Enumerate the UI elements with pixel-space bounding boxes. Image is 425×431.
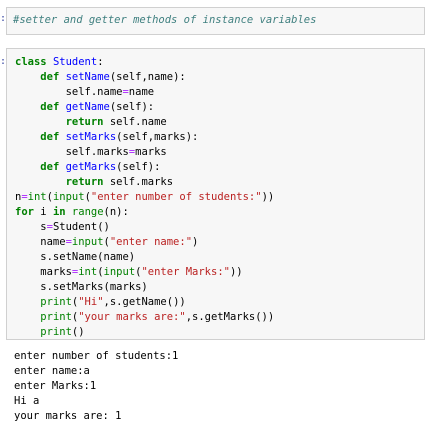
code-token: getName: [65, 101, 110, 113]
output-line: Hi a: [14, 395, 40, 407]
code-token: def: [40, 131, 60, 143]
code-line: return self.name: [15, 115, 416, 130]
code-token: self.marks: [15, 146, 129, 158]
code-token: ,s.getMarks()): [185, 311, 275, 323]
code-token: )): [261, 191, 275, 203]
code-token: (self,marks):: [116, 131, 199, 143]
output-line: enter Marks:1: [14, 380, 97, 392]
code-token: )): [229, 266, 243, 278]
code-token: Student: [52, 56, 98, 68]
code-line: for i in range(n):: [15, 205, 416, 220]
code-token: print: [40, 311, 72, 323]
cell-output-area: enter number of students:1 enter name:a en…: [14, 349, 425, 424]
code-token: name: [128, 86, 155, 98]
code-token: (self):: [109, 101, 155, 113]
code-line: def getMarks(self):: [15, 160, 416, 175]
code-token: input: [52, 191, 85, 203]
code-line: name=input("enter name:"): [15, 235, 416, 250]
code-token: (n):: [103, 206, 129, 218]
code-token: marks: [135, 146, 167, 158]
code-line: def setName(self,name):: [15, 70, 416, 85]
code-token: input: [103, 266, 136, 278]
code-token: :: [97, 56, 104, 68]
code-token: print: [40, 326, 72, 338]
code-token: s: [15, 221, 47, 233]
code-line: n=int(input("enter number of students:")…: [15, 190, 416, 205]
code-line: def setMarks(self,marks):: [15, 130, 416, 145]
code-token: input: [71, 236, 104, 248]
code-token: (self,name):: [109, 71, 186, 83]
code-token: in: [52, 206, 66, 218]
code-token: return: [65, 116, 104, 128]
code-cell-editor[interactable]: class Student: def setName(self,name): s…: [6, 48, 425, 340]
code-token: s.setMarks(marks): [15, 281, 148, 293]
code-line: s.setMarks(marks): [15, 280, 416, 295]
code-token: "enter Marks:": [141, 266, 230, 278]
code-line: return self.marks: [15, 175, 416, 190]
markdown-cell[interactable]: #setter and getter methods of instance v…: [6, 7, 425, 35]
code-token: i: [33, 206, 53, 218]
code-token: "enter number of students:": [90, 191, 262, 203]
code-token: range: [71, 206, 104, 218]
code-line: self.marks=marks: [15, 145, 416, 160]
markdown-comment-text: #setter and getter methods of instance v…: [13, 14, 317, 26]
code-token: (self):: [116, 161, 161, 173]
code-token: s.setName(name): [15, 251, 136, 263]
code-lines: class Student: def setName(self,name): s…: [15, 55, 416, 340]
code-token: "enter name:": [109, 236, 193, 248]
code-token: getMarks: [65, 161, 117, 173]
code-token: ,s.getName()): [103, 296, 186, 308]
code-token: int: [78, 266, 98, 278]
code-token: def: [40, 101, 60, 113]
code-token: marks: [15, 266, 72, 278]
code-token: setName: [65, 71, 110, 83]
markdown-cell-prompt-marker: :: [0, 11, 4, 26]
code-token: setMarks: [65, 131, 117, 143]
code-token: self.marks: [103, 176, 174, 188]
code-token: "Hi": [78, 296, 104, 308]
code-line: print("Hi",s.getName()): [15, 295, 416, 310]
code-token: self.name: [15, 86, 123, 98]
code-token: class: [15, 56, 47, 68]
code-token: print: [40, 296, 72, 308]
code-token: for: [15, 206, 34, 218]
code-token: name: [15, 236, 66, 248]
code-line: s.setName(name): [15, 250, 416, 265]
output-line: enter number of students:1: [14, 350, 179, 362]
output-lines: enter number of students:1 enter name:a en…: [14, 349, 425, 424]
code-line: def getName(self):: [15, 100, 416, 115]
code-line: marks=int(input("enter Marks:")): [15, 265, 416, 280]
code-token: def: [40, 161, 60, 173]
code-token: "your marks are:": [78, 311, 186, 323]
code-token: self.name: [103, 116, 167, 128]
code-cell-prompt-marker: :: [0, 54, 4, 69]
code-token: (): [71, 326, 85, 338]
code-line: print("your marks are:",s.getMarks()): [15, 310, 416, 325]
output-line: your marks are: 1: [14, 410, 122, 422]
code-token: Student(): [52, 221, 110, 233]
code-token: ): [192, 236, 199, 248]
code-line: print(): [15, 325, 416, 340]
code-token: return: [65, 176, 104, 188]
output-line: enter name:a: [14, 365, 90, 377]
code-token: def: [40, 71, 60, 83]
code-line: self.name=name: [15, 85, 416, 100]
code-line: class Student:: [15, 55, 416, 70]
code-line: s=Student(): [15, 220, 416, 235]
code-token: int: [27, 191, 47, 203]
